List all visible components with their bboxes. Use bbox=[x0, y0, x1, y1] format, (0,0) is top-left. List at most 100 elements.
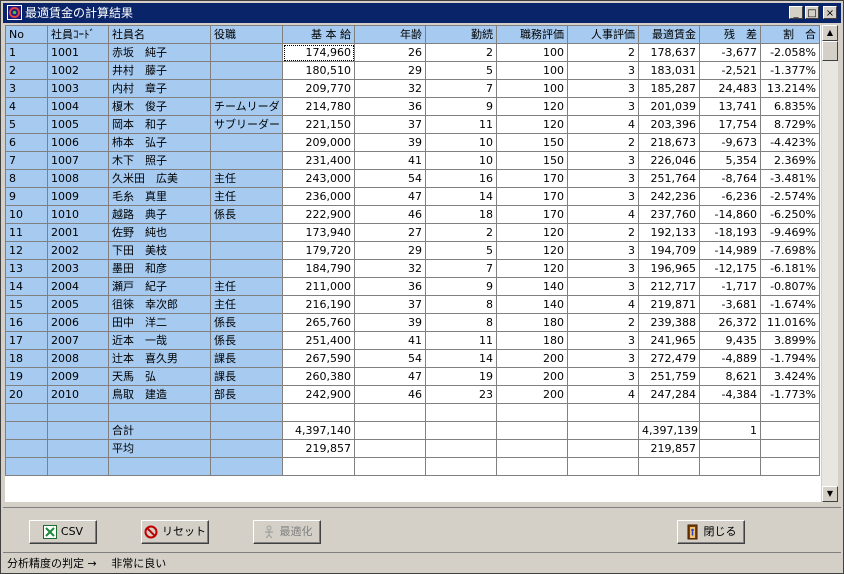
cell-no[interactable]: 16 bbox=[5, 313, 48, 332]
cell-optimal-wage[interactable]: 178,637 bbox=[638, 43, 700, 62]
cell-optimal-wage[interactable] bbox=[638, 457, 700, 476]
cell-age[interactable] bbox=[354, 421, 426, 440]
cell-ratio[interactable] bbox=[760, 421, 820, 440]
table-row[interactable]: 3 1003 内村 章子 209,770 32 7 100 3 185,287 24,483 13.… bbox=[5, 79, 820, 98]
cell-tenure[interactable]: 2 bbox=[425, 223, 497, 242]
cell-emp-code[interactable]: 2004 bbox=[47, 277, 109, 296]
cell-optimal-wage[interactable]: 239,388 bbox=[638, 313, 700, 332]
cell-tenure[interactable] bbox=[425, 403, 497, 422]
table-row[interactable]: 12 2002 下田 美枝 179,720 29 5 120 3 194,709 -14,989-… bbox=[5, 241, 820, 260]
cell-personnel-eval[interactable]: 3 bbox=[567, 331, 639, 350]
cell-age[interactable] bbox=[354, 439, 426, 458]
cell-emp-name[interactable]: 井村 藤子 bbox=[108, 61, 211, 80]
table-row[interactable]: 11 2001 佐野 純也 173,940 27 2 120 2 192,133 -18,193-… bbox=[5, 223, 820, 242]
cell-tenure[interactable]: 14 bbox=[425, 187, 497, 206]
cell-emp-code[interactable]: 2006 bbox=[47, 313, 109, 332]
cell-personnel-eval[interactable]: 2 bbox=[567, 43, 639, 62]
cell-no[interactable]: 7 bbox=[5, 151, 48, 170]
cell-personnel-eval[interactable]: 3 bbox=[567, 169, 639, 188]
cell-emp-name[interactable] bbox=[108, 457, 211, 476]
cell-base-salary[interactable]: 209,770 bbox=[282, 79, 355, 98]
cell-optimal-wage[interactable]: 212,717 bbox=[638, 277, 700, 296]
cell-residual[interactable]: 26,372 bbox=[699, 313, 761, 332]
scroll-down-arrow-icon[interactable]: ▼ bbox=[822, 486, 838, 502]
cell-personnel-eval[interactable]: 3 bbox=[567, 187, 639, 206]
cell-no[interactable]: 2 bbox=[5, 61, 48, 80]
table-row[interactable]: 16 2006 田中 洋二 係長 265,760 39 8 180 2 239,388 26,372… bbox=[5, 313, 820, 332]
cell-base-salary[interactable]: 221,150 bbox=[282, 115, 355, 134]
cell-age[interactable]: 36 bbox=[354, 277, 426, 296]
cell-personnel-eval[interactable] bbox=[567, 439, 639, 458]
cell-tenure[interactable]: 10 bbox=[425, 133, 497, 152]
cell-no[interactable]: 15 bbox=[5, 295, 48, 314]
cell-age[interactable]: 32 bbox=[354, 259, 426, 278]
cell-position[interactable]: 主任 bbox=[210, 295, 283, 314]
cell-no[interactable]: 9 bbox=[5, 187, 48, 206]
optimize-button[interactable]: 最適化 bbox=[253, 520, 321, 544]
cell-emp-name[interactable]: 毛糸 真里 bbox=[108, 187, 211, 206]
cell-tenure[interactable]: 14 bbox=[425, 349, 497, 368]
cell-position[interactable] bbox=[210, 223, 283, 242]
cell-job-eval[interactable]: 100 bbox=[496, 61, 568, 80]
column-header-residual[interactable]: 残 差 bbox=[699, 25, 761, 44]
cell-base-salary[interactable]: 184,790 bbox=[282, 259, 355, 278]
summary-row[interactable]: 平均 219,857 219,857 bbox=[5, 439, 820, 458]
summary-row[interactable] bbox=[5, 457, 820, 476]
cell-emp-code[interactable] bbox=[47, 457, 109, 476]
cell-ratio[interactable]: 11.016% bbox=[760, 313, 820, 332]
cell-personnel-eval[interactable]: 3 bbox=[567, 349, 639, 368]
cell-tenure[interactable]: 18 bbox=[425, 205, 497, 224]
cell-position[interactable] bbox=[210, 79, 283, 98]
cell-base-salary[interactable]: 174,960 bbox=[282, 43, 355, 62]
cell-base-salary[interactable]: 209,000 bbox=[282, 133, 355, 152]
column-header-emp-code[interactable]: 社員ｺｰﾄﾞ bbox=[47, 25, 109, 44]
cell-age[interactable]: 39 bbox=[354, 313, 426, 332]
cell-personnel-eval[interactable]: 3 bbox=[567, 97, 639, 116]
cell-ratio[interactable]: -0.807% bbox=[760, 277, 820, 296]
cell-age[interactable]: 26 bbox=[354, 43, 426, 62]
cell-ratio[interactable]: -9.469% bbox=[760, 223, 820, 242]
cell-position[interactable] bbox=[210, 61, 283, 80]
cell-position[interactable]: 係長 bbox=[210, 205, 283, 224]
cell-no[interactable]: 11 bbox=[5, 223, 48, 242]
cell-no[interactable]: 14 bbox=[5, 277, 48, 296]
cell-emp-code[interactable]: 1004 bbox=[47, 97, 109, 116]
cell-emp-name[interactable]: 徂徠 幸次郎 bbox=[108, 295, 211, 314]
cell-ratio[interactable]: -7.698% bbox=[760, 241, 820, 260]
cell-residual[interactable]: -12,175 bbox=[699, 259, 761, 278]
cell-residual[interactable]: -3,681 bbox=[699, 295, 761, 314]
column-header-age[interactable]: 年齢 bbox=[354, 25, 426, 44]
cell-emp-name[interactable]: 田中 洋二 bbox=[108, 313, 211, 332]
cell-age[interactable]: 36 bbox=[354, 97, 426, 116]
cell-age[interactable]: 41 bbox=[354, 151, 426, 170]
cell-emp-name[interactable]: 内村 章子 bbox=[108, 79, 211, 98]
cell-emp-code[interactable]: 2009 bbox=[47, 367, 109, 386]
cell-ratio[interactable]: -4.423% bbox=[760, 133, 820, 152]
cell-optimal-wage[interactable]: 183,031 bbox=[638, 61, 700, 80]
cell-job-eval[interactable] bbox=[496, 421, 568, 440]
cell-age[interactable] bbox=[354, 457, 426, 476]
cell-residual[interactable]: -8,764 bbox=[699, 169, 761, 188]
cell-emp-name[interactable] bbox=[108, 403, 211, 422]
cell-position[interactable] bbox=[210, 439, 283, 458]
cell-job-eval[interactable]: 200 bbox=[496, 349, 568, 368]
vertical-scrollbar[interactable]: ▲ ▼ bbox=[822, 25, 838, 502]
cell-emp-name[interactable]: 墨田 和彦 bbox=[108, 259, 211, 278]
cell-base-salary[interactable] bbox=[282, 457, 355, 476]
cell-tenure[interactable]: 9 bbox=[425, 97, 497, 116]
reset-button[interactable]: リセット bbox=[141, 520, 209, 544]
cell-personnel-eval[interactable]: 4 bbox=[567, 115, 639, 134]
column-header-ratio[interactable]: 割 合 bbox=[760, 25, 820, 44]
table-row[interactable]: 1 1001 赤坂 純子 174,960 26 2 100 2 178,637 -3,677 -2.… bbox=[5, 43, 820, 62]
cell-tenure[interactable]: 9 bbox=[425, 277, 497, 296]
cell-emp-code[interactable]: 1002 bbox=[47, 61, 109, 80]
cell-ratio[interactable]: -2.058% bbox=[760, 43, 820, 62]
scroll-thumb[interactable] bbox=[822, 41, 838, 61]
cell-tenure[interactable]: 2 bbox=[425, 43, 497, 62]
cell-optimal-wage[interactable] bbox=[638, 403, 700, 422]
cell-emp-code[interactable] bbox=[47, 421, 109, 440]
summary-row[interactable] bbox=[5, 403, 820, 422]
table-row[interactable]: 2 1002 井村 藤子 180,510 29 5 100 3 183,031 -2,521 -1.… bbox=[5, 61, 820, 80]
cell-residual[interactable]: 1 bbox=[699, 421, 761, 440]
cell-position[interactable] bbox=[210, 259, 283, 278]
